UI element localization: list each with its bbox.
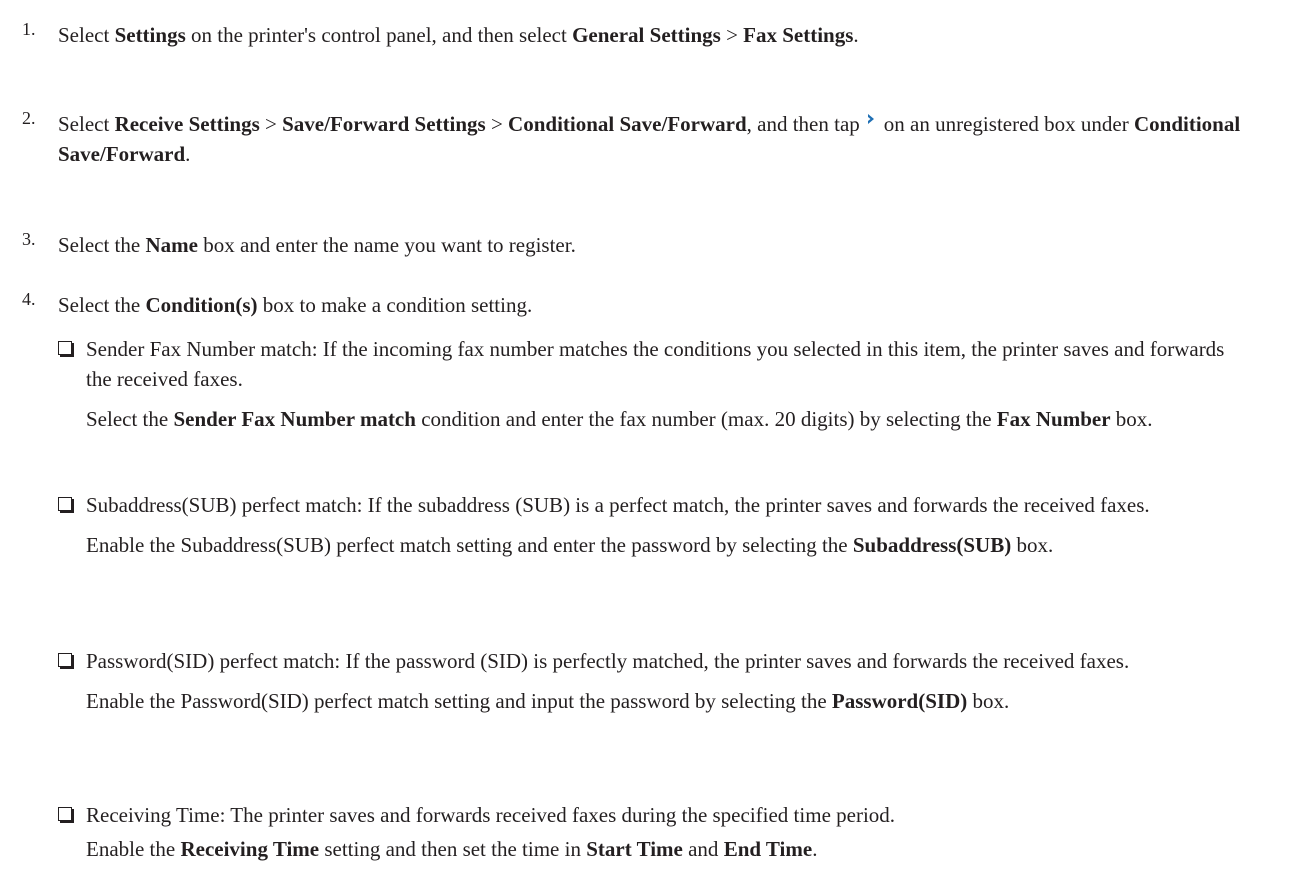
ui-term: Settings [114, 23, 186, 47]
step-text: Select Receive Settings > Save/Forward S… [58, 109, 1272, 169]
text-run: . [185, 142, 191, 166]
text-run: . [853, 23, 859, 47]
checkbox-bullet-icon [58, 497, 72, 511]
text-run: Sender Fax Number match: If the incoming… [86, 337, 1225, 391]
text-run: Select the [58, 233, 146, 257]
checkbox-bullet-icon [58, 341, 72, 355]
ui-term: Name [145, 233, 198, 257]
text-run: Receiving Time: The printer saves and fo… [86, 803, 896, 827]
option-detail: Select the Sender Fax Number match condi… [58, 404, 1238, 434]
chevron-right-icon [867, 114, 874, 124]
text-run: box. [1011, 533, 1054, 557]
step-number: 4. [22, 289, 36, 309]
checkbox-bullet-icon [58, 653, 72, 667]
option-description: Receiving Time: The printer saves and fo… [86, 803, 895, 827]
step-text: Select the Condition(s) box to make a co… [58, 290, 1272, 320]
step-text: Select the Name box and enter the name y… [58, 230, 1272, 260]
ui-term: Subaddress(SUB) [852, 533, 1012, 557]
option-detail: Enable the Password(SID) perfect match s… [58, 686, 1238, 716]
option-description: Subaddress(SUB) perfect match: If the su… [86, 493, 1150, 517]
option-detail: Enable the Subaddress(SUB) perfect match… [58, 530, 1238, 560]
instruction-page: 1. Select Settings on the printer's cont… [0, 0, 1290, 878]
condition-option-receiving-time: Receiving Time: The printer saves and fo… [58, 800, 1238, 864]
step-number: 3. [22, 229, 36, 249]
ui-term: Receive Settings [114, 112, 260, 136]
ui-term: Start Time [586, 837, 683, 861]
step-text: Select Settings on the printer's control… [58, 20, 1272, 50]
text-run: Select [58, 112, 115, 136]
option-description: Password(SID) perfect match: If the pass… [86, 649, 1129, 673]
text-run: Select the [86, 407, 174, 431]
ui-term: Sender Fax Number match [173, 407, 416, 431]
ui-term: End Time [723, 837, 813, 861]
text-run: Enable the Subaddress(SUB) perfect match… [86, 533, 853, 557]
text-run: and [682, 837, 724, 861]
ui-term: Password(SID) [831, 689, 968, 713]
checkbox-bullet-icon [58, 807, 72, 821]
text-run: Select [58, 23, 115, 47]
text-run: condition and enter the fax number (max.… [415, 407, 997, 431]
text-run: setting and then set the time in [319, 837, 587, 861]
ui-term: General Settings [572, 23, 721, 47]
ui-term: Fax Number [996, 407, 1111, 431]
step-number: 1. [22, 19, 36, 39]
text-run: on the printer's control panel, and then… [185, 23, 573, 47]
text-run: , and then tap [746, 112, 860, 136]
ui-term: Save/Forward Settings [282, 112, 486, 136]
text-run: Enable the [86, 837, 181, 861]
text-run: on an unregistered box under [883, 112, 1134, 136]
text-run: box and enter the name you want to regis… [197, 233, 576, 257]
text-run: > [720, 23, 744, 47]
ui-term: Fax Settings [743, 23, 854, 47]
text-run: > [259, 112, 283, 136]
text-run: box. [967, 689, 1010, 713]
text-run: Password(SID) perfect match: If the pass… [86, 649, 1130, 673]
option-description: Sender Fax Number match: If the incoming… [86, 337, 1224, 391]
text-run: box. [1110, 407, 1153, 431]
step-number: 2. [22, 108, 36, 128]
condition-option-password: Password(SID) perfect match: If the pass… [58, 646, 1238, 716]
text-run: Select the [58, 293, 146, 317]
ui-term: Receiving Time [180, 837, 320, 861]
text-run: Enable the Password(SID) perfect match s… [86, 689, 832, 713]
ui-term: Condition(s) [145, 293, 258, 317]
ui-term: Conditional Save/Forward [508, 112, 747, 136]
text-run: . [812, 837, 818, 861]
text-run: Subaddress(SUB) perfect match: If the su… [86, 493, 1150, 517]
text-run: box to make a condition setting. [257, 293, 533, 317]
condition-option-subaddress: Subaddress(SUB) perfect match: If the su… [58, 490, 1238, 560]
text-run: > [485, 112, 509, 136]
option-detail: Enable the Receiving Time setting and th… [58, 834, 1238, 864]
condition-option-sender-fax: Sender Fax Number match: If the incoming… [58, 334, 1238, 434]
